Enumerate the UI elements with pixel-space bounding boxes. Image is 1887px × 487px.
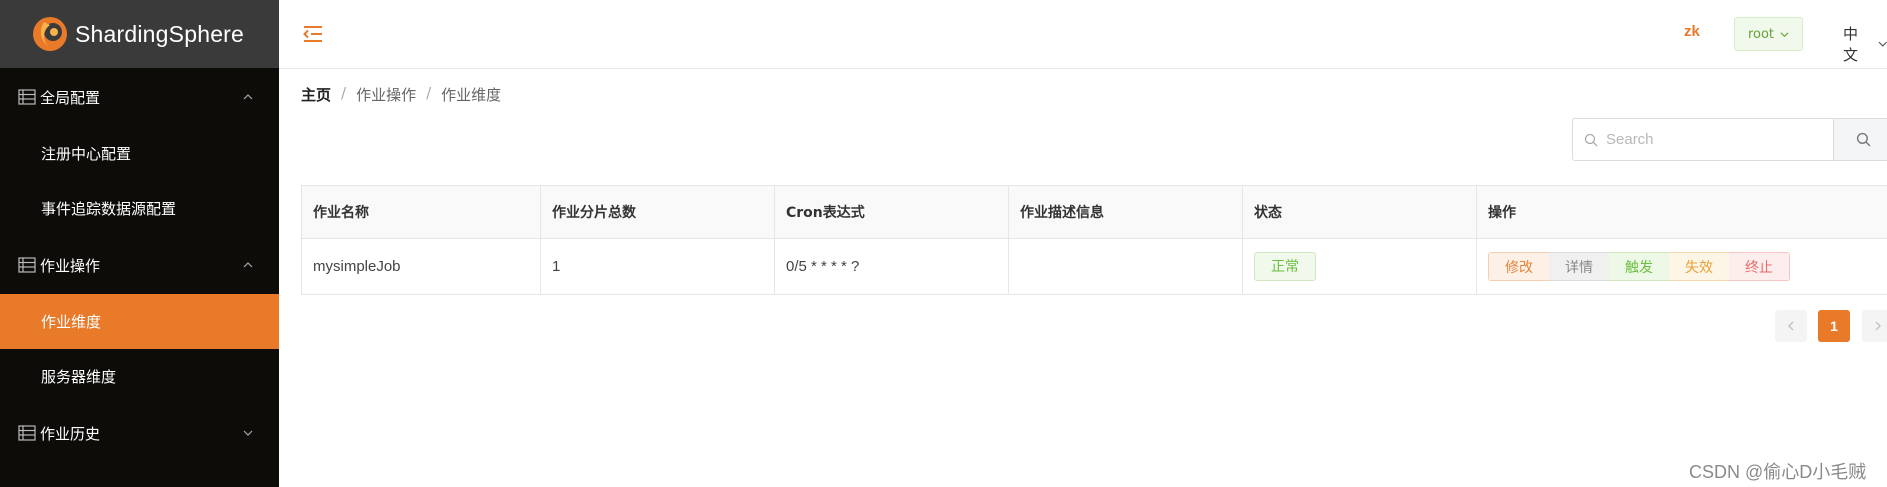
pagination-current-page[interactable]: 1 — [1818, 310, 1850, 342]
pagination-next-button[interactable] — [1862, 310, 1887, 342]
col-sharding-total: 作业分片总数 — [540, 185, 775, 239]
detail-button[interactable]: 详情 — [1549, 252, 1609, 281]
cell-status: 正常 — [1242, 238, 1477, 295]
search-icon — [1856, 132, 1871, 147]
shutdown-button[interactable]: 终止 — [1729, 252, 1790, 281]
sidebar-group-label: 作业操作 — [40, 256, 101, 275]
registry-center-label[interactable]: zk — [1684, 23, 1700, 40]
breadcrumb-job-ops[interactable]: 作业操作 — [356, 84, 416, 105]
sidebar-item-label: 事件追踪数据源配置 — [41, 200, 177, 218]
table-icon — [18, 425, 36, 441]
col-description: 作业描述信息 — [1008, 185, 1243, 239]
table-icon — [18, 89, 36, 105]
sidebar-item-registry-config[interactable]: 注册中心配置 — [0, 126, 279, 181]
edit-button[interactable]: 修改 — [1488, 252, 1549, 281]
sidebar-item-label: 作业维度 — [41, 313, 102, 331]
breadcrumb-home[interactable]: 主页 — [301, 84, 331, 105]
logo[interactable]: ShardingSphere — [0, 0, 279, 68]
breadcrumb-separator: / — [426, 84, 432, 102]
chevron-left-icon — [1788, 321, 1794, 331]
sidebar-group-job-history[interactable]: 作业历史 — [0, 404, 279, 462]
chevron-down-icon — [1780, 31, 1789, 37]
col-cron: Cron表达式 — [774, 185, 1009, 239]
search-button[interactable] — [1833, 119, 1887, 160]
cell-cron: 0/5 * * * * ? — [774, 238, 1009, 295]
watermark: CSDN @偷心D小毛贼 — [1689, 462, 1867, 482]
breadcrumb-separator: / — [341, 84, 347, 102]
sidebar-item-server-dimension[interactable]: 服务器维度 — [0, 349, 279, 404]
top-header: zk root 中文 — [279, 0, 1887, 69]
col-status: 状态 — [1242, 185, 1477, 239]
status-badge: 正常 — [1254, 252, 1316, 281]
table-icon — [18, 257, 36, 273]
chevron-down-icon — [243, 430, 253, 436]
shardingsphere-logo-icon — [33, 17, 67, 51]
search-input[interactable] — [1573, 119, 1833, 160]
chevron-up-icon — [243, 262, 253, 268]
cell-actions: 修改 详情 触发 失效 终止 — [1476, 238, 1887, 295]
cell-sharding-total: 1 — [540, 238, 775, 295]
sidebar-item-label: 服务器维度 — [41, 368, 117, 386]
logo-text: ShardingSphere — [75, 20, 245, 47]
cell-job-name: mysimpleJob — [301, 238, 541, 295]
language-dropdown[interactable]: 中文 — [1843, 23, 1887, 65]
sidebar-group-job-ops[interactable]: 作业操作 — [0, 236, 279, 294]
pagination-prev-button[interactable] — [1775, 310, 1807, 342]
disable-button[interactable]: 失效 — [1669, 252, 1729, 281]
table-header-row: 作业名称 作业分片总数 Cron表达式 作业描述信息 状态 操作 — [301, 185, 1887, 239]
chevron-right-icon — [1875, 321, 1881, 331]
sidebar-group-global-config[interactable]: 全局配置 — [0, 68, 279, 126]
search-icon — [1584, 133, 1598, 147]
search-box — [1572, 118, 1887, 161]
user-name: root — [1747, 26, 1775, 42]
sidebar: ShardingSphere 全局配置 注册中心配置 事件追踪数据源配置 作业操… — [0, 0, 279, 487]
sidebar-item-job-dimension[interactable]: 作业维度 — [0, 294, 279, 349]
language-label: 中文 — [1843, 25, 1859, 64]
menu-fold-icon[interactable] — [303, 25, 323, 43]
cell-description — [1008, 238, 1243, 295]
breadcrumb-job-dimension: 作业维度 — [441, 86, 502, 104]
action-button-group: 修改 详情 触发 失效 终止 — [1488, 252, 1790, 281]
breadcrumb: 主页 / 作业操作 / 作业维度 — [301, 84, 501, 105]
chevron-down-icon — [1878, 41, 1887, 47]
sidebar-item-label: 注册中心配置 — [41, 145, 132, 163]
col-job-name: 作业名称 — [301, 185, 541, 239]
table-row: mysimpleJob 1 0/5 * * * * ? 正常 修改 详情 触发 … — [301, 238, 1887, 295]
sidebar-group-label: 全局配置 — [40, 88, 101, 107]
sidebar-group-label: 作业历史 — [40, 424, 101, 443]
user-dropdown[interactable]: root — [1734, 17, 1803, 51]
jobs-table: 作业名称 作业分片总数 Cron表达式 作业描述信息 状态 操作 mysimpl… — [301, 185, 1887, 295]
sidebar-item-event-trace-config[interactable]: 事件追踪数据源配置 — [0, 181, 279, 236]
trigger-button[interactable]: 触发 — [1609, 252, 1669, 281]
col-actions: 操作 — [1476, 185, 1887, 239]
chevron-up-icon — [243, 94, 253, 100]
